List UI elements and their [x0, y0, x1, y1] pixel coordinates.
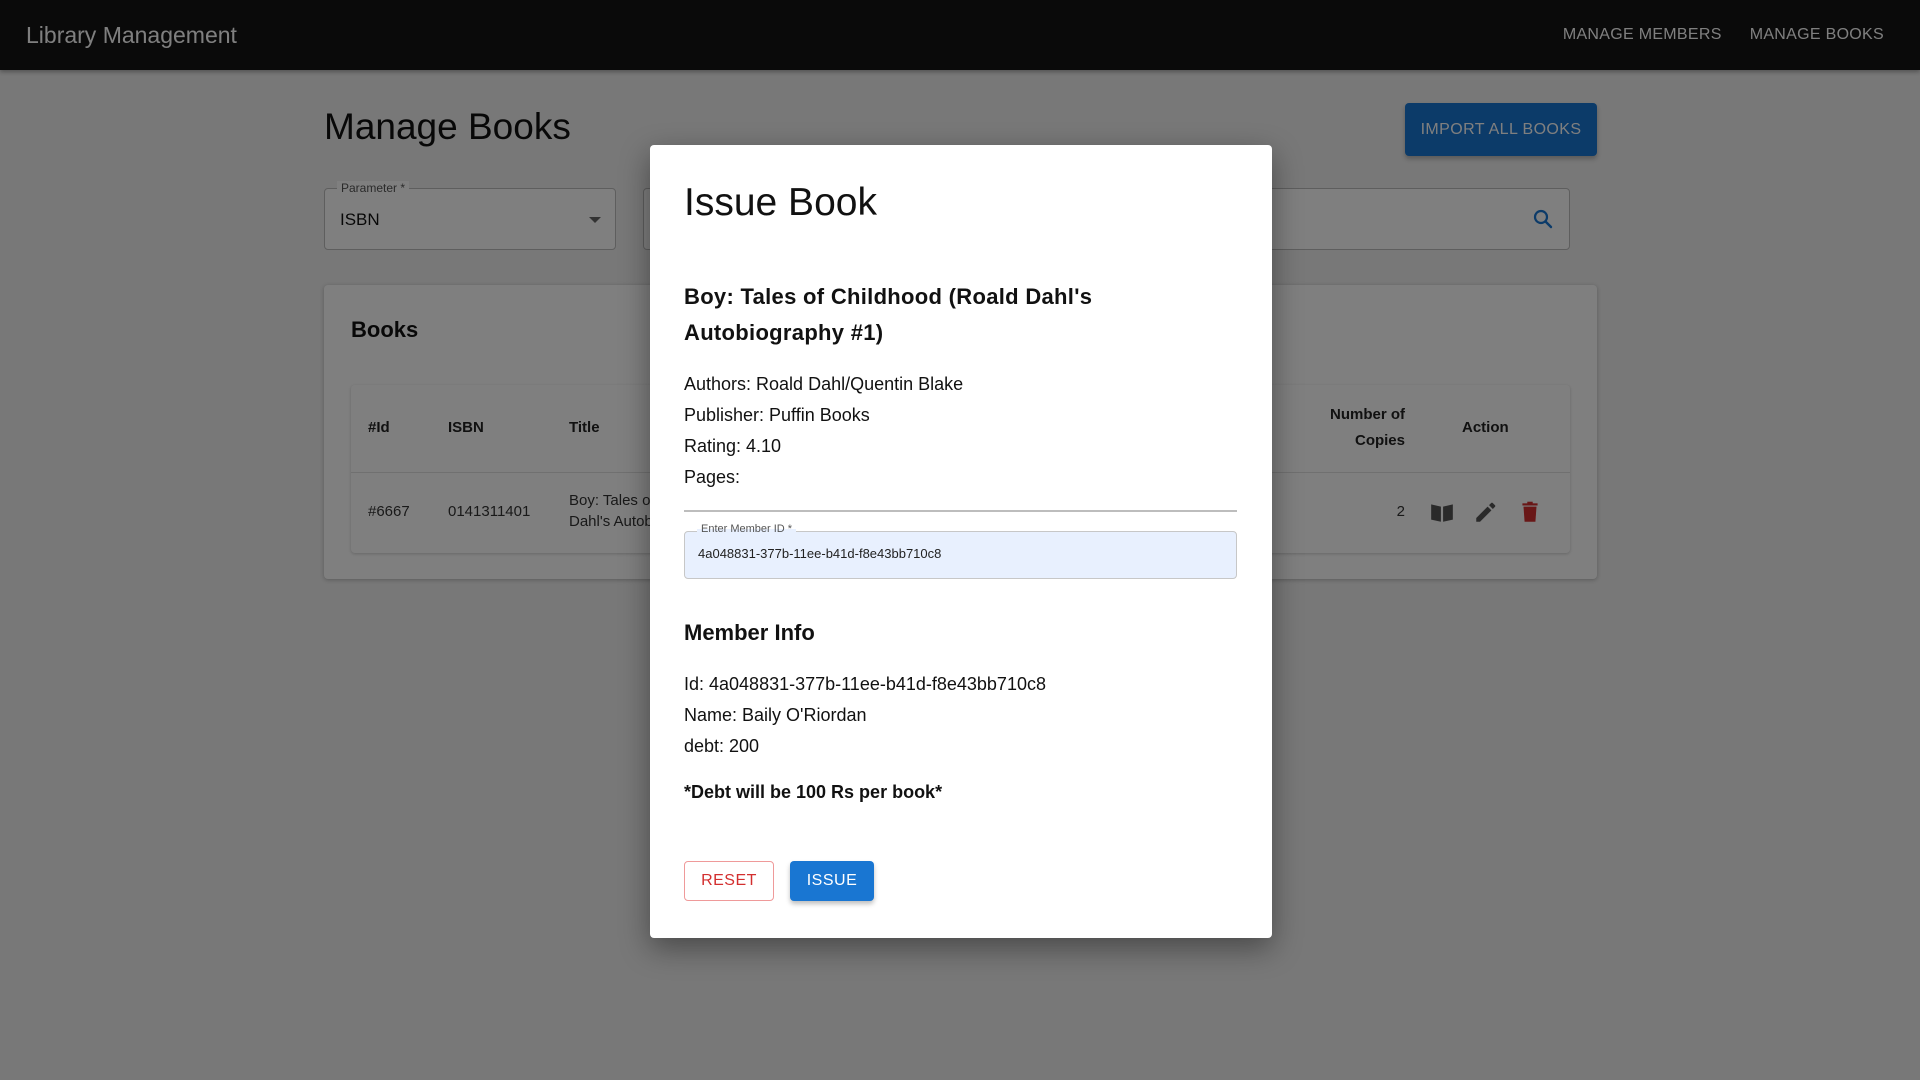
reset-button[interactable]: RESET — [684, 861, 774, 901]
member-id-input[interactable] — [698, 546, 1218, 561]
book-title: Boy: Tales of Childhood (Roald Dahl's Au… — [684, 284, 1093, 345]
member-info-heading: Member Info — [684, 620, 815, 645]
book-rating: Rating: 4.10 — [684, 436, 782, 456]
book-authors: Authors: Roald Dahl/Quentin Blake — [684, 374, 964, 394]
divider — [684, 510, 1237, 512]
member-id-label: Enter Member ID * — [697, 523, 797, 535]
issue-book-dialog: Issue Book Boy: Tales of Childhood (Roal… — [650, 145, 1272, 938]
debt-note: *Debt will be 100 Rs per book* — [684, 782, 943, 802]
issue-button[interactable]: ISSUE — [790, 861, 874, 901]
dialog-title: Issue Book — [684, 181, 877, 224]
book-pages: Pages: — [684, 467, 741, 487]
book-publisher: Publisher: Puffin Books — [684, 405, 870, 425]
member-id-text: Id: 4a048831-377b-11ee-b41d-f8e43bb710c8 — [684, 674, 1046, 694]
member-debt: debt: 200 — [684, 736, 760, 756]
member-id-field[interactable]: Enter Member ID * — [684, 523, 1237, 579]
member-name: Name: Baily O'Riordan — [684, 705, 867, 725]
